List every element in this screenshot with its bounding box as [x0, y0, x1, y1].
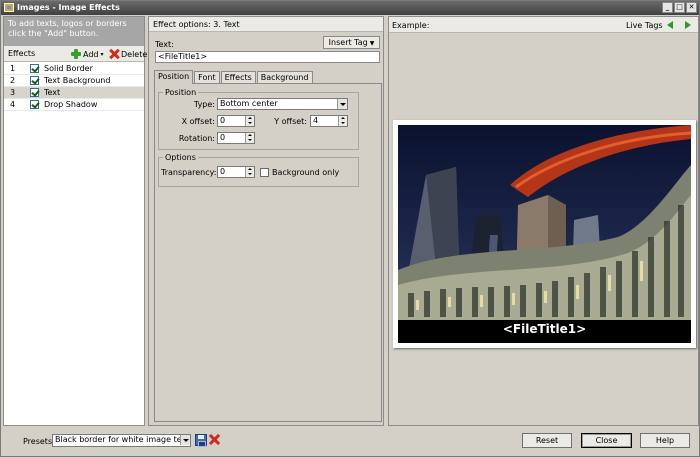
add-effect-button[interactable]: Add ▾: [71, 48, 104, 60]
spin-arrows-icon[interactable]: [245, 116, 254, 126]
next-arrow-icon[interactable]: [685, 21, 691, 29]
help-button[interactable]: Help: [640, 433, 690, 448]
effect-name: Text: [44, 88, 61, 97]
x-offset-stepper[interactable]: 0: [217, 115, 255, 127]
y-offset-value: 4: [313, 116, 319, 125]
transparency-label: Transparency:: [161, 168, 217, 177]
spin-arrows-icon[interactable]: [338, 116, 347, 126]
effect-enabled-checkbox[interactable]: [30, 100, 39, 109]
presets-select[interactable]: Black border for white image text: [52, 434, 191, 447]
effect-number: 2: [10, 76, 16, 85]
example-label: Example:: [392, 21, 430, 30]
rotation-value: 0: [220, 133, 226, 142]
reset-button[interactable]: Reset: [522, 433, 572, 448]
example-panel: Example: Live Tags <FileTitle1>: [388, 16, 699, 426]
chevron-down-icon: ▼: [369, 40, 375, 47]
transparency-stepper[interactable]: 0: [217, 166, 255, 178]
effect-name: Drop Shadow: [44, 100, 98, 109]
images-app-icon: [4, 3, 14, 12]
type-value: Bottom center: [220, 99, 278, 108]
delete-preset-icon[interactable]: [209, 434, 221, 446]
effect-number: 3: [10, 88, 16, 97]
chevron-down-icon: [180, 435, 190, 445]
preview-caption: <FileTitle1>: [502, 322, 587, 336]
options-group-title: Options: [163, 153, 198, 162]
image-effects-window: Images - Image Effects _ □ ✕ To add text…: [0, 0, 700, 457]
spin-arrows-icon[interactable]: [245, 167, 254, 177]
effect-row[interactable]: 4 Drop Shadow: [4, 99, 144, 111]
add-hint-text: To add texts, logos or borders click the…: [4, 17, 144, 46]
insert-tag-label: Insert Tag: [328, 38, 368, 47]
effect-enabled-checkbox[interactable]: [30, 64, 39, 73]
effect-name: Solid Border: [44, 64, 93, 73]
delete-label: Delete: [121, 49, 148, 59]
effects-list: 1 Solid Border 2 Text Background 3 Text …: [4, 63, 144, 111]
effect-row[interactable]: 2 Text Background: [4, 75, 144, 87]
effects-toolbar: Effects Add ▾ Delete: [4, 46, 147, 62]
options-group: Options Transparency: 0 Background only: [158, 153, 359, 187]
close-button[interactable]: Close: [581, 433, 632, 448]
effect-enabled-checkbox[interactable]: [30, 88, 39, 97]
effect-name: Text Background: [44, 76, 111, 85]
chevron-down-icon: ▾: [100, 50, 104, 58]
window-title: Images - Image Effects: [17, 3, 120, 12]
effect-number: 4: [10, 100, 16, 109]
tab-position[interactable]: Position: [154, 70, 194, 84]
x-offset-label: X offset:: [181, 117, 215, 126]
x-offset-value: 0: [220, 116, 226, 125]
rotation-stepper[interactable]: 0: [217, 132, 255, 144]
type-label: Type:: [193, 100, 215, 109]
rotation-label: Rotation:: [178, 134, 215, 143]
effect-number: 1: [10, 64, 16, 73]
position-group-title: Position: [163, 88, 199, 97]
presets-label: Presets:: [23, 437, 55, 446]
add-label: Add: [83, 49, 99, 59]
effect-row[interactable]: 1 Solid Border: [4, 63, 144, 75]
y-offset-label: Y offset:: [274, 117, 307, 126]
transparency-value: 0: [220, 167, 226, 176]
city-night-photo: [398, 125, 691, 343]
insert-tag-button[interactable]: Insert Tag ▼: [323, 36, 380, 49]
preview-frame: <FileTitle1>: [393, 120, 696, 348]
type-select[interactable]: Bottom center: [217, 98, 348, 110]
delete-effect-button[interactable]: Delete: [109, 48, 147, 60]
effect-enabled-checkbox[interactable]: [30, 76, 39, 85]
effects-panel: To add texts, logos or borders click the…: [3, 16, 147, 426]
effect-options-header: Effect options: 3. Text: [149, 17, 383, 32]
plus-icon: [71, 49, 81, 59]
save-preset-disk-icon[interactable]: [195, 434, 207, 447]
preset-value: Black border for white image text: [55, 435, 190, 444]
minimize-button[interactable]: _: [662, 2, 673, 13]
title-bar: Images - Image Effects _ □ ✕: [1, 1, 699, 15]
effects-header-label: Effects: [8, 49, 36, 58]
options-tabs: Position Font Effects Background: [154, 70, 314, 84]
example-header: Example: Live Tags: [389, 17, 698, 33]
spin-arrows-icon[interactable]: [245, 133, 254, 143]
text-field-label: Text:: [155, 40, 174, 49]
effect-options-panel: Effect options: 3. Text Text: Insert Tag…: [148, 16, 384, 426]
bottom-bar: Presets: Black border for white image te…: [1, 427, 699, 456]
maximize-button[interactable]: □: [674, 2, 685, 13]
chevron-down-icon: [337, 99, 347, 109]
background-only-checkbox[interactable]: [260, 168, 269, 177]
close-window-button[interactable]: ✕: [686, 2, 697, 13]
position-tab-content: Position Type: Bottom center X offset: 0…: [154, 83, 382, 422]
preview-image: <FileTitle1>: [398, 125, 691, 343]
y-offset-stepper[interactable]: 4: [310, 115, 348, 127]
previous-arrow-icon[interactable]: [667, 21, 673, 29]
text-input[interactable]: <FileTitle1>: [155, 51, 380, 63]
delete-icon: [109, 49, 119, 59]
effect-row-selected[interactable]: 3 Text: [4, 87, 144, 99]
position-group: Position Type: Bottom center X offset: 0…: [158, 88, 359, 150]
background-only-label: Background only: [272, 168, 340, 177]
live-tags-label: Live Tags: [626, 21, 663, 30]
window-controls: _ □ ✕: [662, 2, 697, 13]
